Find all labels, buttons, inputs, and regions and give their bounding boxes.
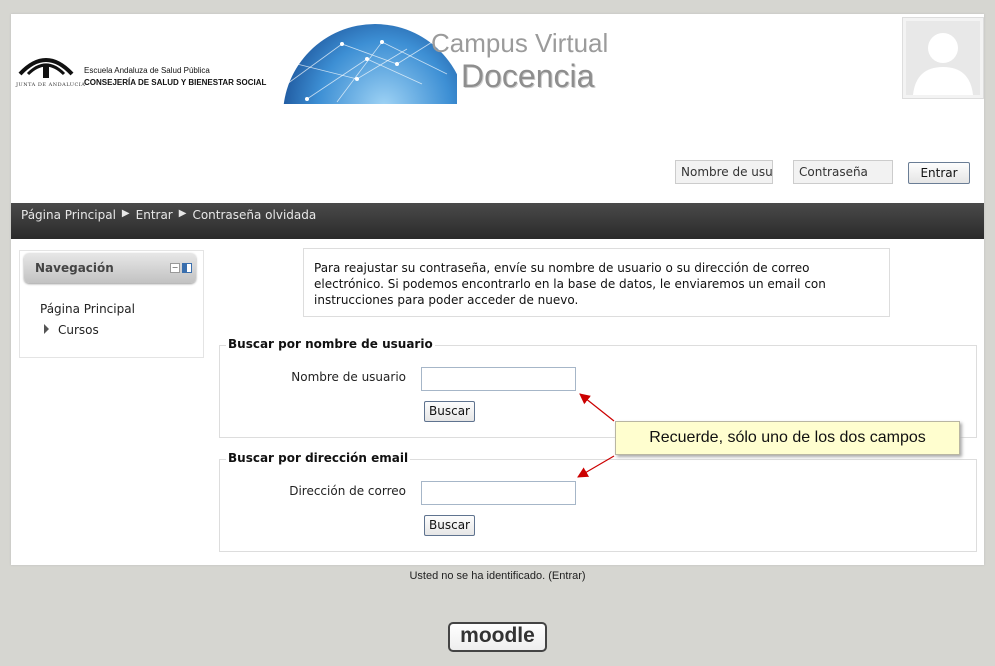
dock-icon[interactable] — [182, 263, 192, 273]
intro-text: Para reajustar su contraseña, envíe su n… — [303, 248, 890, 317]
callout-note: Recuerde, sólo uno de los dos campos — [615, 421, 960, 455]
nav-item-home[interactable]: Página Principal — [40, 302, 135, 316]
collapse-icon[interactable]: − — [170, 263, 180, 273]
breadcrumb-current: Contraseña olvidada — [192, 208, 317, 222]
page-container: JUNTA DE ANDALUCIA Escuela Andaluza de S… — [11, 14, 984, 565]
username-input[interactable] — [421, 367, 576, 391]
login-status-text: Usted no se ha identificado. (Entrar) — [409, 570, 586, 582]
expand-arrow-icon[interactable] — [44, 324, 49, 334]
consejeria-name: CONSEJERÍA DE SALUD Y BIENESTAR SOCIAL — [84, 78, 267, 87]
docencia-title: Docencia — [461, 58, 595, 94]
login-submit-button[interactable]: Entrar — [908, 162, 970, 184]
breadcrumb-separator-icon: ▶ — [178, 208, 187, 219]
username-label: Nombre de usuario — [291, 370, 406, 384]
breadcrumb: Página Principal ▶ Entrar ▶ Contraseña o… — [21, 208, 316, 222]
navigation-block-header: Navegación − — [24, 253, 196, 283]
username-search-legend: Buscar por nombre de usuario — [226, 337, 435, 351]
email-input[interactable] — [421, 481, 576, 505]
navigation-block-title: Navegación — [35, 261, 114, 275]
login-password-input[interactable]: Contraseña — [793, 160, 893, 184]
avatar-placeholder-icon — [906, 21, 980, 95]
escuela-name: Escuela Andaluza de Salud Pública — [84, 66, 210, 75]
email-search-legend: Buscar por dirección email — [226, 451, 411, 465]
navigation-block: Navegación − Página Principal Cursos — [19, 250, 204, 358]
login-username-input[interactable]: Nombre de usu — [675, 160, 773, 184]
search-username-button[interactable]: Buscar — [424, 401, 475, 422]
navbar: Página Principal ▶ Entrar ▶ Contraseña o… — [11, 203, 984, 239]
junta-text: JUNTA DE ANDALUCIA — [16, 82, 86, 88]
globe-image — [247, 24, 457, 104]
nav-item-cursos[interactable]: Cursos — [58, 323, 99, 337]
moodle-logo[interactable]: moodle — [448, 622, 547, 652]
user-avatar — [902, 17, 984, 99]
email-search-fieldset: Buscar por dirección email Dirección de … — [219, 451, 977, 552]
email-label: Dirección de correo — [289, 484, 406, 498]
campus-title: Campus Virtual — [431, 28, 609, 58]
search-email-button[interactable]: Buscar — [424, 515, 475, 536]
breadcrumb-login-link[interactable]: Entrar — [136, 208, 173, 222]
moodle-logo-text: moodle — [460, 624, 535, 647]
breadcrumb-home-link[interactable]: Página Principal — [21, 208, 116, 222]
breadcrumb-separator-icon: ▶ — [121, 208, 130, 219]
